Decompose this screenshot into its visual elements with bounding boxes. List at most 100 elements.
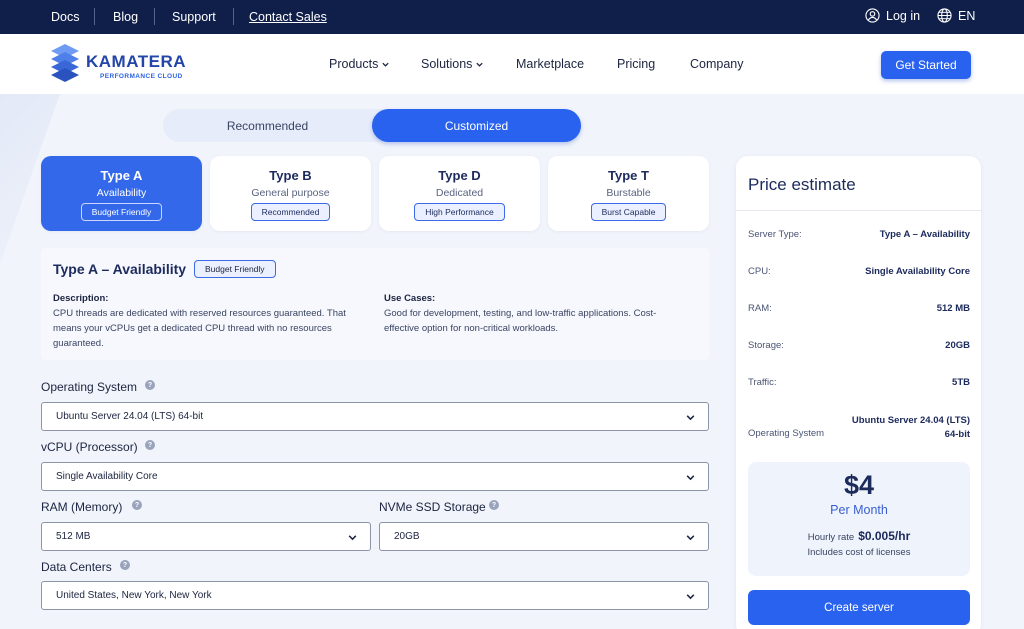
os-select-value: Ubuntu Server 24.04 (LTS) 64-bit xyxy=(56,411,204,422)
detail-badge: Budget Friendly xyxy=(194,260,276,278)
ram-select[interactable]: 512 MB xyxy=(41,522,371,551)
chevron-down-icon xyxy=(382,62,389,67)
ram-label: RAM (Memory) xyxy=(41,500,123,514)
nav-solutions-label: Solutions xyxy=(421,57,473,71)
help-icon[interactable]: ? xyxy=(145,380,155,390)
detail-title: Type A – Availability xyxy=(53,261,187,277)
use-cases-label: Use Cases: xyxy=(384,293,436,304)
help-icon[interactable]: ? xyxy=(489,500,499,510)
datacenter-select[interactable]: United States, New York, New York xyxy=(41,581,709,610)
login-label: Log in xyxy=(886,8,921,23)
type-badge: Recommended xyxy=(250,203,331,221)
summary-value-line: Ubuntu Server 24.04 (LTS) xyxy=(851,415,970,426)
language-selector[interactable]: EN xyxy=(937,8,975,23)
toggle-recommended[interactable]: Recommended xyxy=(163,109,372,142)
type-name: Type A xyxy=(100,168,143,183)
type-card-t[interactable]: Type T Burstable Burst Capable xyxy=(548,156,709,231)
hourly-rate-label: Hourly rate xyxy=(807,532,855,543)
nav-solutions[interactable]: Solutions xyxy=(421,57,484,71)
user-icon xyxy=(865,8,880,23)
summary-value-line: 64-bit xyxy=(944,429,970,440)
type-name: Type B xyxy=(269,168,312,183)
help-icon[interactable]: ? xyxy=(120,560,130,570)
hourly-rate-value: $0.005/hr xyxy=(858,529,911,543)
os-select[interactable]: Ubuntu Server 24.04 (LTS) 64-bit xyxy=(41,402,709,431)
type-card-b[interactable]: Type B General purpose Recommended xyxy=(210,156,371,231)
summary-value: Type A – Availability xyxy=(879,229,970,240)
hourly-rate: Hourly rate $0.005/hr xyxy=(748,529,970,543)
help-icon[interactable]: ? xyxy=(132,500,142,510)
use-cases-line: effective option for non-critical worklo… xyxy=(384,323,559,334)
type-subtitle: Burstable xyxy=(606,187,651,199)
support-link[interactable]: Support xyxy=(172,10,216,24)
type-subtitle: Availability xyxy=(96,187,147,199)
type-subtitle: General purpose xyxy=(251,187,330,199)
login-link[interactable]: Log in xyxy=(865,8,920,23)
language-label: EN xyxy=(958,8,976,23)
brand-logo[interactable]: KAMATERA PERFORMANCE CLOUD xyxy=(51,44,186,82)
price-estimate-panel: Price estimate Server Type: Type A – Ava… xyxy=(736,156,981,629)
summary-key: CPU: xyxy=(748,266,771,277)
chevron-down-icon xyxy=(686,415,695,421)
type-name: Type D xyxy=(438,168,481,183)
chevron-down-icon xyxy=(686,535,695,541)
toggle-customized[interactable]: Customized xyxy=(372,109,581,142)
chevron-down-icon xyxy=(348,535,357,541)
summary-key: Server Type: xyxy=(748,229,802,240)
description-line: CPU threads are dedicated with reserved … xyxy=(53,308,346,319)
datacenter-label: Data Centers xyxy=(41,560,112,574)
contact-sales-link[interactable]: Contact Sales xyxy=(249,10,327,24)
divider xyxy=(154,8,155,25)
blog-link[interactable]: Blog xyxy=(113,10,138,24)
use-cases-line: Good for development, testing, and low-t… xyxy=(384,308,657,319)
cpu-select[interactable]: Single Availability Core xyxy=(41,462,709,491)
type-name: Type T xyxy=(608,168,649,183)
type-badge: High Performance xyxy=(414,203,505,221)
nav-company[interactable]: Company xyxy=(690,57,744,71)
kamatera-logo-icon xyxy=(51,44,79,82)
summary-value: Single Availability Core xyxy=(865,266,970,277)
divider xyxy=(94,8,95,25)
get-started-button[interactable]: Get Started xyxy=(881,51,971,79)
top-bar: Docs Blog Support Contact Sales Log in E… xyxy=(0,0,1024,34)
description-column: Description: CPU threads are dedicated w… xyxy=(53,291,363,351)
nav-products-label: Products xyxy=(329,57,379,71)
summary-value: Ubuntu Server 24.04 (LTS) 64-bit xyxy=(852,414,970,442)
type-badge: Burst Capable xyxy=(590,203,667,221)
summary-key: RAM: xyxy=(748,303,772,314)
price-title: Price estimate xyxy=(748,175,856,194)
os-label: Operating System xyxy=(41,380,138,394)
chevron-down-icon xyxy=(686,475,695,481)
globe-icon xyxy=(937,8,952,23)
type-card-a[interactable]: Type A Availability Budget Friendly xyxy=(41,156,202,231)
type-badge: Budget Friendly xyxy=(80,203,163,221)
divider xyxy=(233,8,234,25)
main-nav: KAMATERA PERFORMANCE CLOUD Products Solu… xyxy=(0,34,1024,94)
use-cases-column: Use Cases: Good for development, testing… xyxy=(384,291,694,336)
price-period: Per Month xyxy=(830,503,888,517)
divider xyxy=(736,210,981,211)
description-label: Description: xyxy=(53,293,109,304)
storage-label: NVMe SSD Storage xyxy=(379,500,486,514)
help-icon[interactable]: ? xyxy=(145,440,155,450)
price-box: $4 Per Month Hourly rate $0.005/hr Includ… xyxy=(748,462,970,576)
docs-link[interactable]: Docs xyxy=(51,10,79,24)
type-detail-panel: Type A – Availability Budget Friendly De… xyxy=(41,248,709,360)
type-card-d[interactable]: Type D Dedicated High Performance xyxy=(379,156,540,231)
nav-marketplace[interactable]: Marketplace xyxy=(516,57,584,71)
chevron-down-icon xyxy=(476,62,484,67)
nav-pricing[interactable]: Pricing xyxy=(617,57,655,71)
create-server-button[interactable]: Create server xyxy=(748,590,970,625)
storage-select[interactable]: 20GB xyxy=(379,522,709,551)
summary-key: Operating System xyxy=(748,428,825,439)
nav-products[interactable]: Products xyxy=(329,57,390,71)
summary-key: Traffic: xyxy=(748,377,777,388)
summary-key: Storage: xyxy=(748,340,784,351)
brand-name: KAMATERA xyxy=(86,52,187,71)
licenses-note: Includes cost of licenses xyxy=(807,547,911,558)
summary-value: 512 MB xyxy=(936,303,970,314)
plan-mode-toggle: Recommended Customized xyxy=(163,109,581,142)
chevron-down-icon xyxy=(686,594,695,600)
brand-text: KAMATERA PERFORMANCE CLOUD xyxy=(86,52,236,80)
type-subtitle: Dedicated xyxy=(435,187,484,199)
